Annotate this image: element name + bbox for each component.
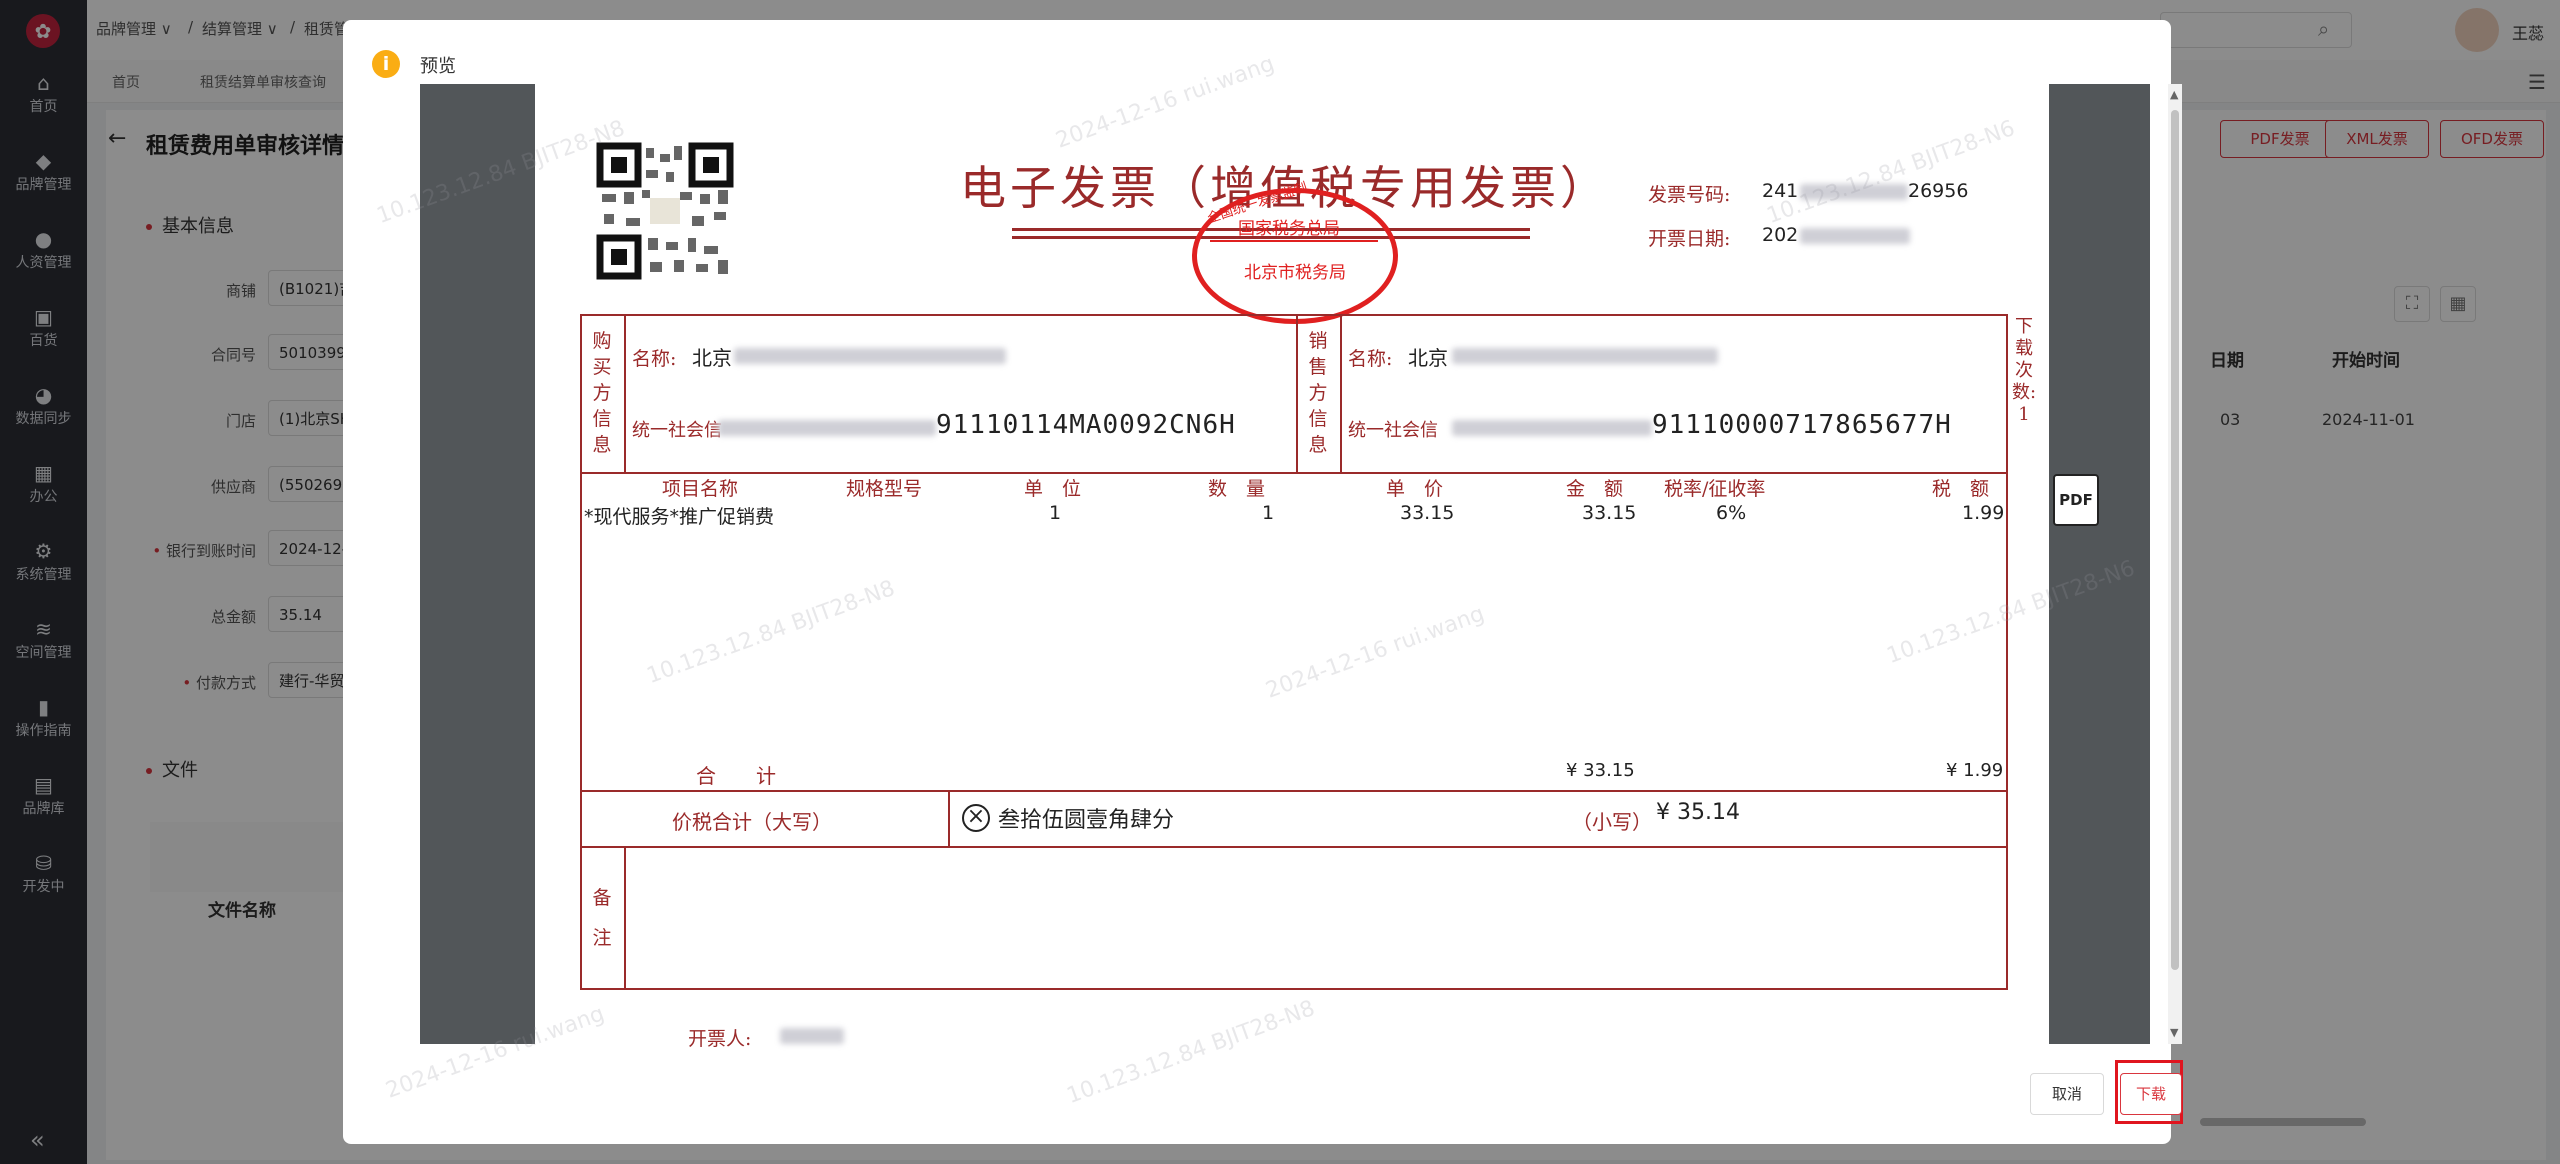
issuer-label: 开票人: — [688, 1028, 752, 1050]
items-box — [580, 472, 2008, 792]
total-amount: ¥ 33.15 — [1566, 760, 1635, 781]
remark-box — [580, 846, 2008, 990]
small-total-value: ¥ 35.14 — [1656, 800, 1740, 825]
column-header: 项目名称 — [662, 478, 739, 500]
item-name: *现代服务*推广促销费 — [584, 506, 775, 528]
column-header: 规格型号 — [846, 478, 923, 500]
stamp-text-bottom: 北京市税务局 — [1244, 263, 1346, 283]
column-header: 税 额 — [1932, 478, 1990, 500]
seller-taxid: 91110000717865677H — [1652, 410, 1952, 440]
stamp-divider — [1210, 240, 1378, 242]
invoice-date-redacted — [1800, 228, 1910, 244]
party-box — [580, 314, 2008, 474]
total-label: 合 计 — [696, 764, 776, 788]
total-tax: ¥ 1.99 — [1946, 760, 2004, 781]
pdf-file-icon[interactable]: PDF — [2053, 474, 2099, 526]
download-button[interactable]: 下载 — [2120, 1073, 2182, 1115]
scrollbar-thumb[interactable] — [2171, 110, 2179, 970]
item-amount: 33.15 — [1582, 502, 1637, 524]
seller-name: 北京 — [1408, 346, 1448, 370]
item-unit: 1 — [1049, 502, 1062, 524]
invoice-number-redacted — [1800, 184, 1908, 200]
scroll-up-icon[interactable]: ▲ — [2170, 88, 2178, 101]
divider — [1296, 314, 1298, 474]
buyer-name-redacted — [734, 348, 1006, 364]
item-tax-rate: 6% — [1716, 502, 1747, 524]
seller-name-redacted — [1452, 348, 1718, 364]
item-quantity: 1 — [1262, 502, 1275, 524]
seller-taxid-label: 统一社会信 — [1348, 420, 1438, 441]
column-header: 税率/征收率 — [1664, 478, 1766, 500]
download-count: 下载次数: 1 — [2012, 316, 2037, 425]
modal-title: 预览 — [420, 56, 456, 77]
small-total-label: （小写） — [1572, 810, 1652, 834]
column-header: 单 价 — [1386, 478, 1444, 500]
info-icon: i — [372, 50, 400, 78]
remark-label: 备注 — [592, 887, 612, 949]
invoice-number-label: 发票号码: — [1648, 184, 1731, 206]
divider — [624, 314, 626, 474]
invoice-number-suffix: 26956 — [1908, 180, 1969, 202]
invoice-number-prefix: 241 — [1762, 180, 1799, 202]
buyer-info-label: 购买方信息 — [592, 330, 612, 456]
seller-taxid-redacted — [1452, 420, 1652, 436]
caps-total-label: 价税合计（大写） — [672, 810, 832, 834]
issuer-redacted — [780, 1028, 844, 1044]
buyer-taxid-label: 统一社会信 — [632, 420, 722, 441]
stamp-text-top: 国家税务总局 — [1238, 219, 1340, 239]
qr-code — [596, 142, 734, 280]
item-price: 33.15 — [1400, 502, 1455, 524]
divider — [1340, 314, 1342, 474]
buyer-name-label: 名称: — [632, 348, 677, 370]
seller-info-label: 销售方信息 — [1308, 330, 1328, 456]
item-tax: 1.99 — [1962, 502, 2005, 524]
invoice-date-prefix: 202 — [1762, 224, 1799, 246]
buyer-taxid-redacted — [718, 420, 936, 436]
invoice-date-label: 开票日期: — [1648, 228, 1731, 250]
column-header: 单 位 — [1024, 478, 1082, 500]
seller-name-label: 名称: — [1348, 348, 1393, 370]
cross-circle-icon: × — [962, 804, 990, 832]
cancel-button[interactable]: 取消 — [2030, 1073, 2104, 1115]
divider — [624, 846, 626, 990]
buyer-name: 北京 — [692, 346, 732, 370]
divider — [948, 790, 950, 848]
buyer-taxid: 91110114MA0092CN6H — [936, 410, 1236, 440]
column-header: 数 量 — [1208, 478, 1266, 500]
column-header: 金 额 — [1566, 478, 1624, 500]
scroll-down-icon[interactable]: ▼ — [2170, 1026, 2178, 1039]
caps-total-value: 叁拾伍圆壹角肆分 — [998, 808, 1175, 833]
